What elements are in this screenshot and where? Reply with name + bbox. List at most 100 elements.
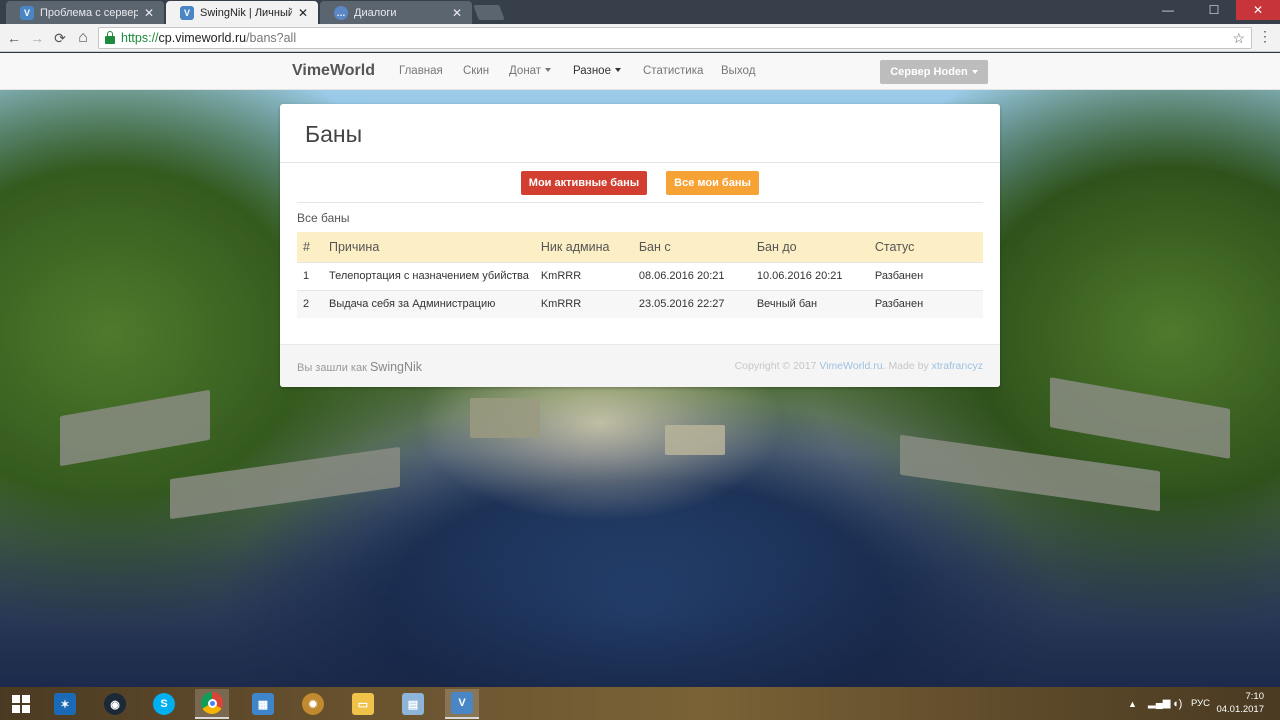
skype-icon: S — [153, 693, 175, 715]
cell-to: Вечный бан — [756, 298, 818, 311]
site-link[interactable]: VimeWorld.ru. — [819, 360, 885, 372]
vimeworld-icon: V — [20, 5, 34, 20]
divider — [297, 202, 983, 203]
home-button[interactable]: ⌂ — [73, 28, 93, 48]
hearthstone-icon: ✹ — [302, 693, 324, 715]
nav-link-label: Донат — [509, 65, 542, 77]
column-header-reason: Причина — [329, 239, 380, 254]
column-header-from: Бан с — [638, 239, 671, 254]
window-close-button[interactable]: ✕ — [1236, 0, 1280, 20]
section-label: Все баны — [297, 211, 350, 225]
back-button[interactable]: ← — [4, 28, 24, 48]
browser-tab-strip: V Проблема с сервером ✕ V SwingNik | Лич… — [0, 0, 1280, 24]
volume-icon[interactable]: ◖) — [1172, 687, 1182, 720]
browser-menu-icon[interactable]: ⋮ — [1258, 28, 1272, 45]
nav-link-label: Разное — [573, 65, 611, 77]
cell-reason: Телепортация с назначением убийства — [329, 270, 529, 282]
tray-chevron-icon[interactable]: ▲ — [1128, 687, 1137, 720]
brand-logo[interactable]: VimeWorld — [292, 62, 375, 80]
background-stone — [60, 389, 210, 467]
background-stone — [470, 398, 540, 438]
copyright-text: Copyright © 2017 — [734, 360, 817, 372]
cell-admin: KmRRR — [540, 270, 582, 282]
bans-table: # Причина Ник админа Бан с Бан до Статус… — [297, 232, 983, 318]
chrome-icon — [201, 692, 223, 714]
vimeworld-icon: V — [180, 5, 194, 20]
page-viewport: VimeWorld Главная Скин Донат Разное Стат… — [0, 53, 1280, 687]
windows-start-icon — [12, 695, 30, 713]
nav-link-home[interactable]: Главная — [399, 65, 443, 77]
cell-reason: Выдача себя за Администрацию — [329, 298, 496, 311]
cell-admin: KmRRR — [540, 298, 582, 311]
language-indicator[interactable]: РУС — [1191, 687, 1210, 720]
battlenet-icon: ✶ — [54, 693, 76, 715]
tab-swingnik-cabinet[interactable]: V SwingNik | Личный каби ✕ — [166, 1, 318, 24]
nav-link-stats[interactable]: Статистика — [643, 65, 703, 77]
tab-title: Проблема с сервером — [40, 6, 138, 19]
nav-link-logout[interactable]: Выход — [721, 65, 755, 77]
nav-link-skin[interactable]: Скин — [463, 65, 489, 77]
control-panel-icon: ▦ — [252, 693, 274, 715]
lock-icon — [105, 31, 115, 44]
nav-link-misc[interactable]: Разное — [573, 65, 621, 77]
copyright: Copyright © 2017 VimeWorld.ru. Made by x… — [735, 360, 983, 372]
windows-start-button[interactable] — [4, 689, 38, 719]
table-row: 2 Выдача себя за Администрацию KmRRR 23.… — [297, 290, 983, 318]
taskbar-vimeworld[interactable]: V — [445, 689, 479, 719]
cell-num: 2 — [303, 298, 310, 311]
system-clock[interactable]: 7:10 04.01.2017 — [1216, 690, 1264, 716]
reload-button[interactable]: ⟳ — [50, 28, 70, 48]
tab-title: Диалоги — [354, 6, 397, 19]
caret-down-icon — [545, 68, 552, 72]
steam-icon: ◉ — [104, 693, 126, 715]
taskbar-hearthstone[interactable]: ✹ — [296, 689, 330, 719]
taskbar-battlenet[interactable]: ✶ — [48, 689, 82, 719]
bookmark-star-icon[interactable]: ☆ — [1232, 30, 1245, 47]
server-select-button[interactable]: Сервер Hoden — [880, 60, 988, 84]
cell-status: Разбанен — [874, 298, 924, 311]
taskbar-chrome[interactable] — [195, 689, 229, 719]
browser-toolbar: ← → ⟳ ⌂ https:// cp.vimeworld.ru /bans?a… — [0, 24, 1280, 52]
url-scheme: https:// — [121, 31, 159, 45]
tab-problem-server[interactable]: V Проблема с сервером ✕ — [6, 1, 164, 24]
windows-taskbar: ✶ ◉ S ▦ ✹ ▭ ▤ V ▲ ▂▄▆ ◖) РУС 7:10 04.01.… — [0, 687, 1280, 720]
maximize-button[interactable]: ☐ — [1191, 0, 1237, 20]
background-stone — [1050, 377, 1230, 459]
file-explorer-icon: ▭ — [352, 693, 374, 715]
network-icon[interactable]: ▂▄▆ — [1148, 687, 1170, 720]
photos-icon: ▤ — [402, 693, 424, 715]
made-by-text: Made by — [888, 360, 929, 372]
column-header-status: Статус — [874, 239, 915, 254]
my-active-bans-button[interactable]: Мои активные баны — [521, 171, 647, 195]
minimize-button[interactable]: — — [1145, 0, 1191, 20]
close-icon[interactable]: ✕ — [142, 6, 156, 20]
clock-date: 04.01.2017 — [1216, 704, 1264, 715]
cell-num: 1 — [303, 270, 310, 282]
author-link[interactable]: xtrafrancyz — [932, 360, 983, 372]
address-bar[interactable]: https:// cp.vimeworld.ru /bans?all ☆ — [98, 27, 1252, 49]
taskbar-steam[interactable]: ◉ — [98, 689, 132, 719]
chat-icon: … — [334, 5, 348, 20]
close-icon[interactable]: ✕ — [450, 6, 464, 20]
url-host: cp.vimeworld.ru — [158, 31, 247, 45]
page-title: Баны — [305, 121, 363, 147]
column-header-to: Бан до — [756, 239, 797, 254]
all-my-bans-button[interactable]: Все мои баны — [666, 171, 759, 195]
background-stone — [665, 425, 725, 455]
forward-button[interactable]: → — [27, 28, 47, 48]
tab-dialogs[interactable]: … Диалоги ✕ — [320, 1, 472, 24]
taskbar-skype[interactable]: S — [147, 689, 181, 719]
background-stone — [900, 434, 1160, 512]
taskbar-file-explorer[interactable]: ▭ — [346, 689, 380, 719]
taskbar-control-panel[interactable]: ▦ — [246, 689, 280, 719]
nav-link-donate[interactable]: Донат — [509, 65, 552, 77]
cell-status: Разбанен — [874, 270, 924, 282]
caret-down-icon — [971, 70, 978, 74]
new-tab-button[interactable] — [473, 5, 505, 20]
logged-in-as: Вы зашли как SwingNik — [297, 360, 422, 374]
taskbar-photos[interactable]: ▤ — [396, 689, 430, 719]
cell-to: 10.06.2016 20:21 — [756, 270, 843, 282]
column-header-num: # — [303, 239, 310, 254]
close-icon[interactable]: ✕ — [296, 6, 310, 20]
table-header-row: # Причина Ник админа Бан с Бан до Статус — [297, 232, 983, 262]
